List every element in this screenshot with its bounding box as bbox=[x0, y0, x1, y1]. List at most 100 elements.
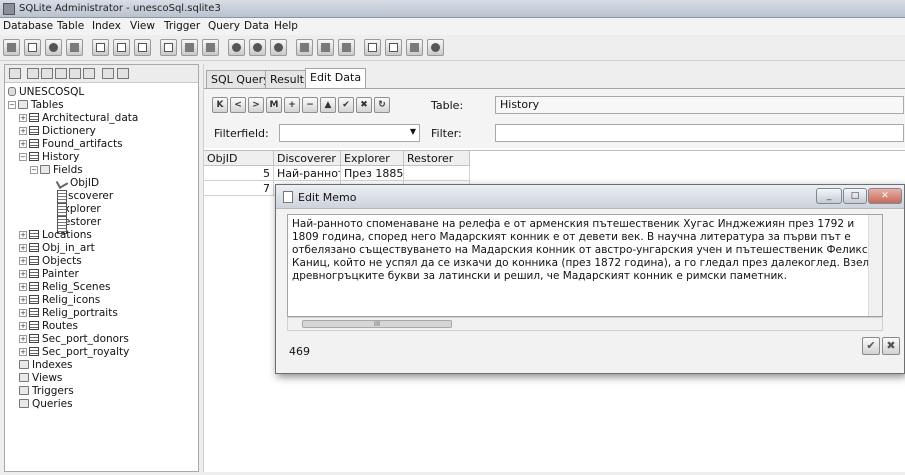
insert-record-button[interactable]: + bbox=[284, 97, 300, 113]
tree-refresh-icon[interactable] bbox=[102, 68, 114, 79]
tab-result[interactable]: Result bbox=[265, 70, 309, 88]
save-query-icon[interactable] bbox=[385, 39, 402, 56]
vertical-scrollbar[interactable] bbox=[868, 215, 882, 316]
edit-view-icon[interactable] bbox=[249, 39, 266, 56]
tree-table-item[interactable]: + Relig_portraits bbox=[19, 307, 118, 320]
tree-indexes-icon[interactable] bbox=[41, 68, 53, 79]
horizontal-scrollbar[interactable]: III bbox=[287, 317, 883, 331]
tree-indexes-folder[interactable]: Indexes bbox=[19, 359, 73, 372]
expand-icon[interactable]: + bbox=[19, 270, 27, 278]
open-database-icon[interactable] bbox=[3, 39, 20, 56]
tree-table-item[interactable]: + Sec_port_donors bbox=[19, 333, 129, 346]
tree-table-item[interactable]: + Obj_in_art bbox=[19, 242, 95, 255]
memo-ok-button[interactable]: ✔ bbox=[862, 337, 880, 355]
tree-field-item[interactable]: Explorer bbox=[57, 203, 101, 221]
collapse-icon[interactable]: − bbox=[8, 101, 16, 109]
tree-table-item[interactable]: + Dictionery bbox=[19, 125, 96, 138]
expand-icon[interactable]: + bbox=[19, 257, 27, 265]
maximize-icon[interactable]: □ bbox=[843, 188, 867, 204]
copy-database-icon[interactable] bbox=[24, 39, 41, 56]
tree-tables-icon[interactable] bbox=[27, 68, 39, 79]
new-query-icon[interactable] bbox=[364, 39, 381, 56]
tree-views-icon[interactable] bbox=[55, 68, 67, 79]
tree-table-item[interactable]: + Relig_icons bbox=[19, 294, 100, 307]
new-index-icon[interactable] bbox=[160, 39, 177, 56]
close-icon[interactable]: ✕ bbox=[868, 188, 902, 204]
column-header[interactable]: Discoverer bbox=[274, 151, 341, 166]
expand-icon[interactable]: + bbox=[19, 244, 27, 252]
memo-cancel-button[interactable]: ✖ bbox=[882, 337, 900, 355]
new-table-icon[interactable] bbox=[92, 39, 109, 56]
expand-icon[interactable]: + bbox=[19, 322, 27, 330]
last-record-button[interactable]: M bbox=[266, 97, 282, 113]
tree-fields-folder[interactable]: − Fields bbox=[30, 164, 83, 177]
expand-icon[interactable]: + bbox=[19, 283, 27, 291]
menu-data[interactable]: Data bbox=[244, 20, 269, 32]
expand-icon[interactable]: + bbox=[19, 231, 27, 239]
menu-table[interactable]: Table bbox=[57, 20, 84, 32]
first-record-button[interactable]: K bbox=[212, 97, 228, 113]
menu-trigger[interactable]: Trigger bbox=[164, 20, 200, 32]
column-header[interactable]: Explorer bbox=[341, 151, 404, 166]
delete-table-icon[interactable] bbox=[134, 39, 151, 56]
delete-record-button[interactable]: − bbox=[302, 97, 318, 113]
prior-record-button[interactable]: < bbox=[230, 97, 246, 113]
new-trigger-icon[interactable] bbox=[296, 39, 313, 56]
expand-icon[interactable]: + bbox=[19, 296, 27, 304]
tree-table-item[interactable]: + Locations bbox=[19, 229, 92, 242]
tree-info-icon[interactable] bbox=[117, 68, 129, 79]
edit-trigger-icon[interactable] bbox=[317, 39, 334, 56]
delete-index-icon[interactable] bbox=[202, 39, 219, 56]
tree-triggers-icon[interactable] bbox=[69, 68, 81, 79]
tree-field-item[interactable]: Restorer bbox=[57, 216, 101, 234]
table-cell[interactable]: 7 bbox=[204, 181, 274, 196]
edit-record-button[interactable]: ▲ bbox=[320, 97, 336, 113]
post-edit-button[interactable]: ✔ bbox=[338, 97, 354, 113]
collapse-icon[interactable]: − bbox=[19, 153, 27, 161]
new-view-icon[interactable] bbox=[228, 39, 245, 56]
expand-icon[interactable]: + bbox=[19, 335, 27, 343]
table-cell[interactable]: Най-раннотс bbox=[274, 166, 341, 181]
tree-tables-folder[interactable]: − Tables bbox=[8, 99, 64, 112]
tree-toggle-icon[interactable] bbox=[9, 68, 21, 79]
column-header[interactable]: Restorer bbox=[404, 151, 470, 166]
table-cell[interactable]: 5 bbox=[204, 166, 274, 181]
delete-view-icon[interactable] bbox=[270, 39, 287, 56]
expand-icon[interactable]: + bbox=[19, 140, 27, 148]
delete-trigger-icon[interactable] bbox=[338, 39, 355, 56]
refresh-icon[interactable] bbox=[45, 39, 62, 56]
settings-icon[interactable] bbox=[427, 39, 444, 56]
minimize-icon[interactable]: _ bbox=[816, 188, 842, 204]
tree-table-history[interactable]: − History bbox=[19, 151, 79, 164]
tree-field-item[interactable]: ObjID bbox=[55, 177, 99, 190]
tree-table-item[interactable]: + Painter bbox=[19, 268, 79, 281]
menu-database[interactable]: Database bbox=[3, 20, 53, 32]
table-cell[interactable]: През 1885 го bbox=[341, 166, 404, 181]
table-cell[interactable] bbox=[404, 166, 470, 181]
edit-table-icon[interactable] bbox=[113, 39, 130, 56]
tree-table-item[interactable]: + Sec_port_royalty bbox=[19, 346, 129, 359]
tree-root[interactable]: UNESCOSQL bbox=[8, 86, 84, 99]
column-header[interactable]: ObjID bbox=[204, 151, 274, 166]
menu-query[interactable]: Query bbox=[208, 20, 240, 32]
tree-views-folder[interactable]: Views bbox=[19, 372, 62, 385]
cancel-edit-button[interactable]: ✖ bbox=[356, 97, 372, 113]
next-record-button[interactable]: > bbox=[248, 97, 264, 113]
tab-edit-data[interactable]: Edit Data bbox=[305, 68, 367, 89]
tree-table-item[interactable]: + Relig_Scenes bbox=[19, 281, 111, 294]
tree-table-item[interactable]: + Found_artifacts bbox=[19, 138, 123, 151]
table-select[interactable]: History bbox=[495, 96, 904, 114]
refresh-data-button[interactable]: ↻ bbox=[374, 97, 390, 113]
filterfield-select[interactable]: ▼ bbox=[279, 124, 420, 142]
tree-table-item[interactable]: + Routes bbox=[19, 320, 78, 333]
filter-input[interactable] bbox=[495, 124, 904, 142]
tree-triggers-folder[interactable]: Triggers bbox=[19, 385, 74, 398]
tree-table-item[interactable]: + Objects bbox=[19, 255, 82, 268]
edit-index-icon[interactable] bbox=[181, 39, 198, 56]
export-icon[interactable] bbox=[66, 39, 83, 56]
tree-table-item[interactable]: + Architectural_data bbox=[19, 112, 138, 125]
expand-icon[interactable]: + bbox=[19, 114, 27, 122]
collapse-icon[interactable]: − bbox=[30, 166, 38, 174]
tree-queries-folder[interactable]: Queries bbox=[19, 398, 73, 411]
run-query-icon[interactable] bbox=[406, 39, 423, 56]
